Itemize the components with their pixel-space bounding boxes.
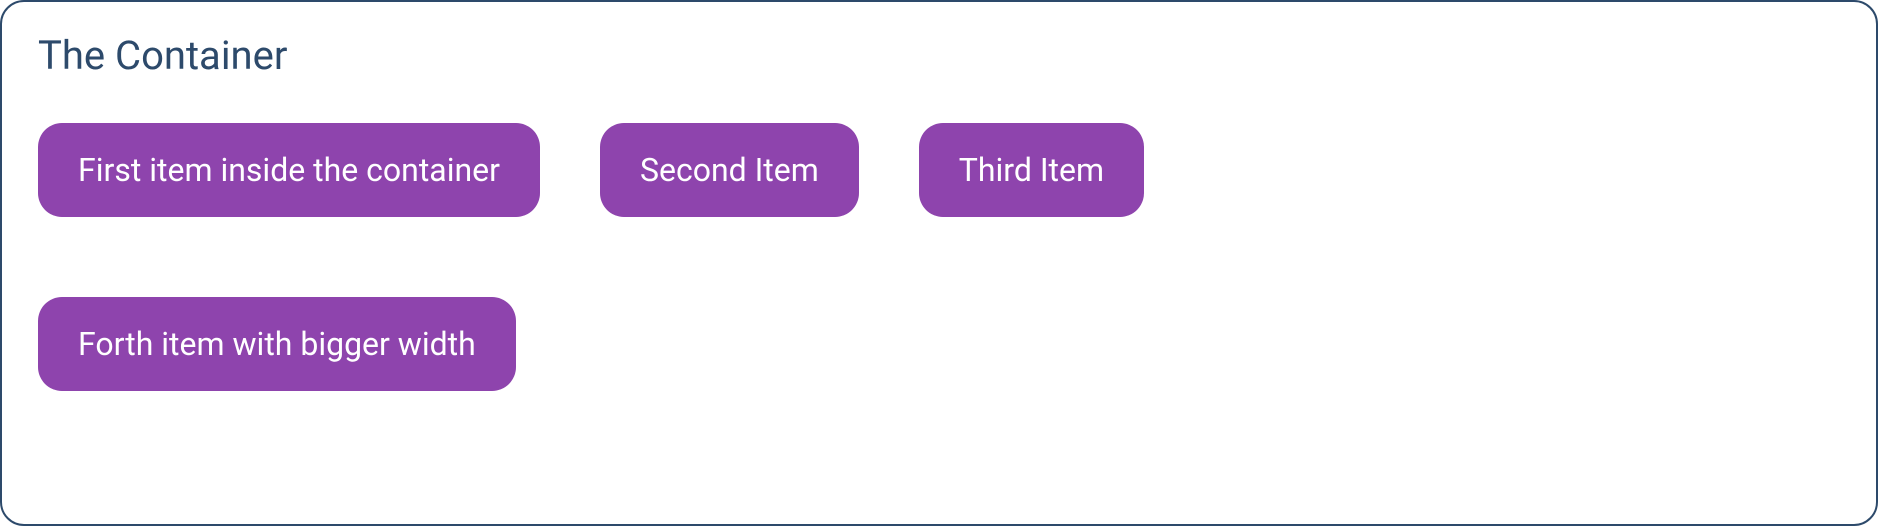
container-item-1[interactable]: First item inside the container — [38, 123, 540, 217]
container: The Container First item inside the cont… — [0, 0, 1878, 526]
container-item-4[interactable]: Forth item with bigger width — [38, 297, 516, 391]
items-wrap: First item inside the container Second I… — [38, 123, 1840, 391]
container-item-3[interactable]: Third Item — [919, 123, 1144, 217]
container-title: The Container — [38, 32, 1840, 79]
container-item-2[interactable]: Second Item — [600, 123, 859, 217]
